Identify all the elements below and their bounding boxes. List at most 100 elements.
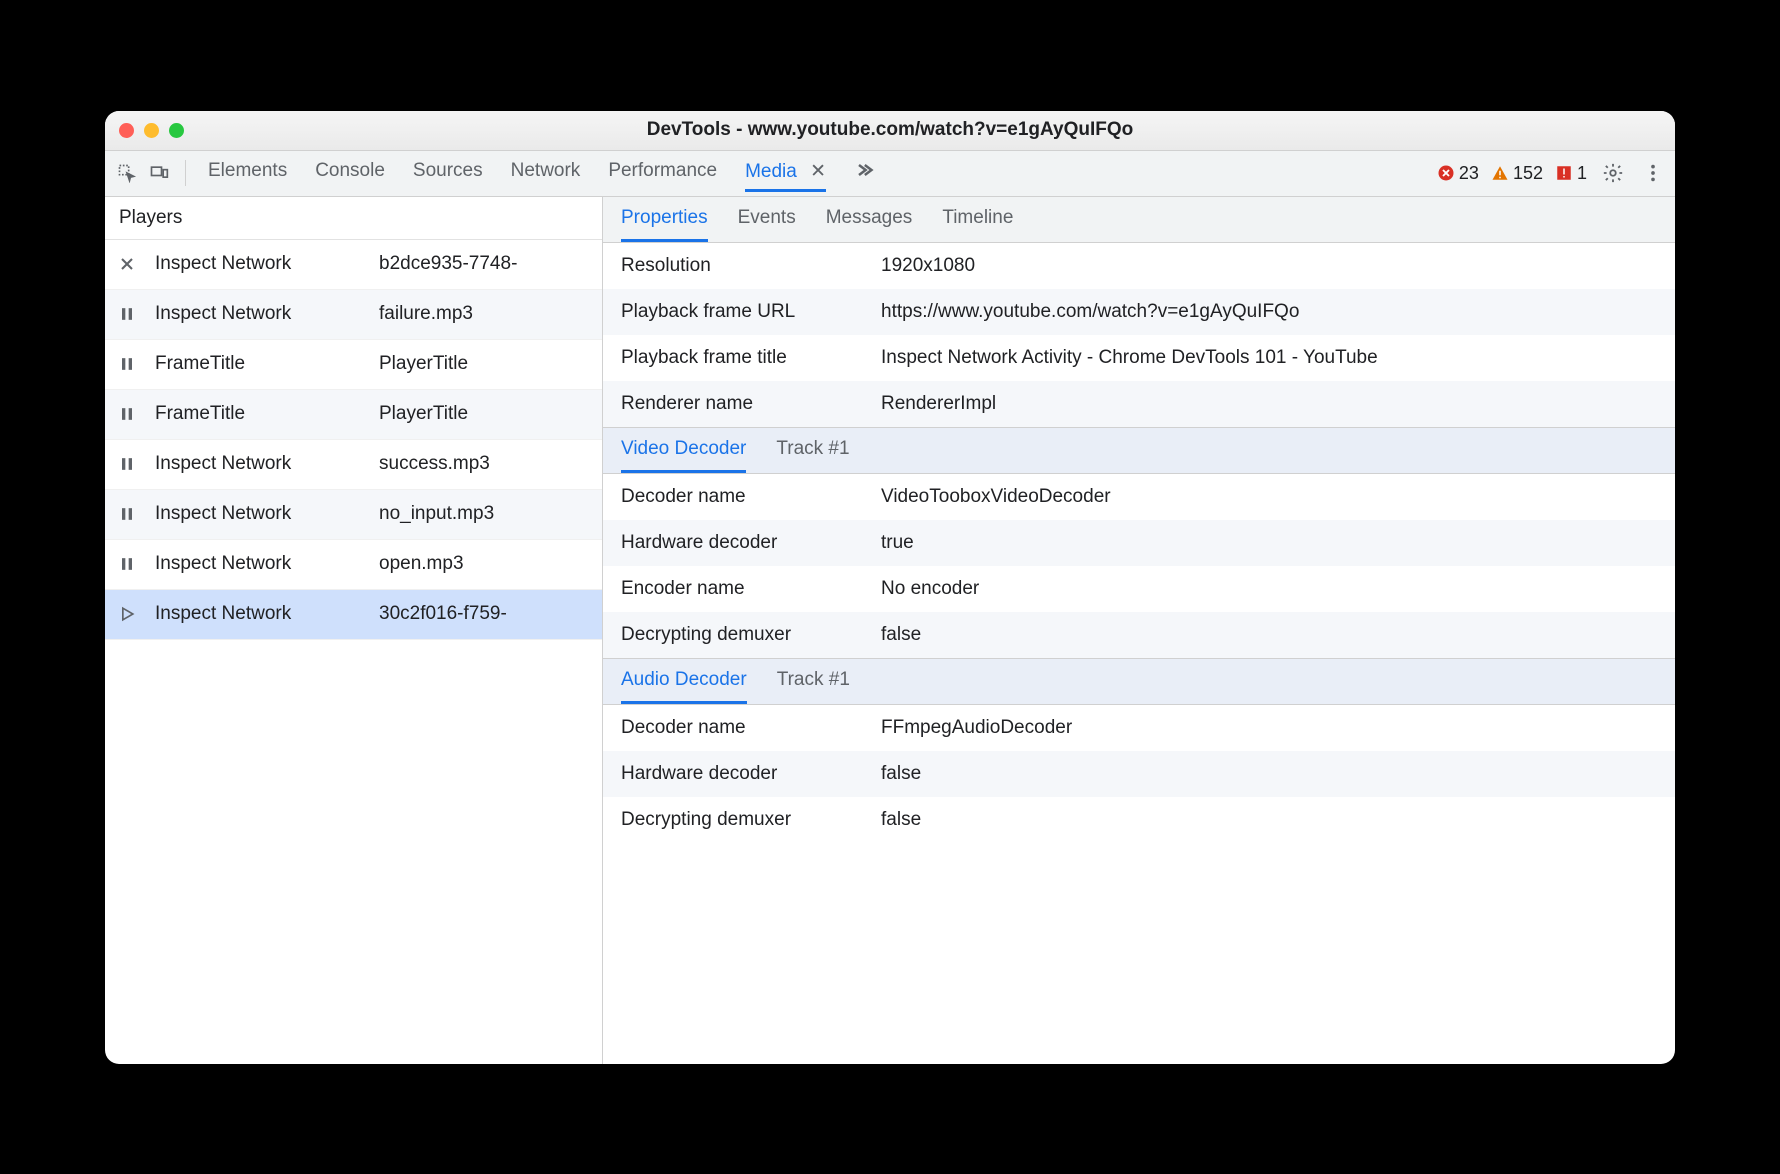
player-title: failure.mp3	[369, 303, 602, 325]
property-value: false	[881, 624, 1657, 646]
tab-media-label: Media	[745, 161, 797, 182]
property-row: Hardware decoderfalse	[603, 751, 1675, 797]
player-row[interactable]: Inspect Networkfailure.mp3	[105, 290, 602, 340]
tab-close-icon[interactable]: ✕	[810, 161, 826, 182]
property-row: Renderer nameRendererImpl	[603, 381, 1675, 427]
titlebar: DevTools - www.youtube.com/watch?v=e1gAy…	[105, 111, 1675, 151]
details-subtabs: Properties Events Messages Timeline	[603, 197, 1675, 243]
video-decoder-section: Video Decoder Track #1	[603, 427, 1675, 474]
property-value: RendererImpl	[881, 393, 1657, 415]
player-frame-title: Inspect Network	[149, 603, 369, 625]
pause-icon	[105, 554, 149, 574]
video-track1-tab[interactable]: Track #1	[776, 438, 849, 473]
pause-icon	[105, 304, 149, 324]
tab-console[interactable]: Console	[315, 154, 385, 192]
audio-decoder-section: Audio Decoder Track #1	[603, 658, 1675, 705]
player-frame-title: Inspect Network	[149, 453, 369, 475]
audio-decoder-tab[interactable]: Audio Decoder	[621, 669, 747, 704]
player-row[interactable]: Inspect Networkopen.mp3	[105, 540, 602, 590]
property-value: https://www.youtube.com/watch?v=e1gAyQuI…	[881, 301, 1657, 323]
pause-icon	[105, 404, 149, 424]
tab-media[interactable]: Media ✕	[745, 154, 826, 192]
player-frame-title: FrameTitle	[149, 353, 369, 375]
player-title: 30c2f016-f759-	[369, 603, 602, 625]
settings-icon[interactable]	[1599, 159, 1627, 187]
property-row: Playback frame URLhttps://www.youtube.co…	[603, 289, 1675, 335]
video-properties: Decoder nameVideoTooboxVideoDecoder Hardw…	[603, 474, 1675, 658]
property-value: false	[881, 809, 1657, 831]
property-key: Decoder name	[621, 717, 881, 739]
player-row[interactable]: FrameTitlePlayerTitle	[105, 340, 602, 390]
player-row[interactable]: Inspect Networkb2dce935-7748-	[105, 240, 602, 290]
devtools-window: DevTools - www.youtube.com/watch?v=e1gAy…	[105, 111, 1675, 1064]
issues-count: 1	[1577, 163, 1587, 184]
details-pane: Properties Events Messages Timeline Reso…	[603, 197, 1675, 1064]
video-decoder-tab[interactable]: Video Decoder	[621, 438, 746, 473]
errors-badge[interactable]: 23	[1437, 163, 1479, 184]
window-title: DevTools - www.youtube.com/watch?v=e1gAy…	[105, 119, 1675, 141]
player-frame-title: Inspect Network	[149, 553, 369, 575]
player-title: b2dce935-7748-	[369, 253, 602, 275]
property-value: FFmpegAudioDecoder	[881, 717, 1657, 739]
pause-icon	[105, 454, 149, 474]
subtab-timeline[interactable]: Timeline	[942, 207, 1013, 242]
close-window-button[interactable]	[119, 123, 134, 138]
tab-sources[interactable]: Sources	[413, 154, 483, 192]
property-key: Playback frame URL	[621, 301, 881, 323]
panel-tabs: Elements Console Sources Network Perform…	[208, 154, 874, 192]
property-value: Inspect Network Activity - Chrome DevToo…	[881, 347, 1657, 369]
traffic-lights	[119, 123, 184, 138]
property-row: Encoder nameNo encoder	[603, 566, 1675, 612]
player-title: success.mp3	[369, 453, 602, 475]
status-area: 23 152 1	[1437, 159, 1667, 187]
property-key: Encoder name	[621, 578, 881, 600]
property-value: true	[881, 532, 1657, 554]
property-row: Decoder nameFFmpegAudioDecoder	[603, 705, 1675, 751]
player-row[interactable]: Inspect Networkno_input.mp3	[105, 490, 602, 540]
property-value: 1920x1080	[881, 255, 1657, 277]
errors-count: 23	[1459, 163, 1479, 184]
audio-track1-tab[interactable]: Track #1	[777, 669, 850, 704]
issues-badge[interactable]: 1	[1555, 163, 1587, 184]
inspect-element-icon[interactable]	[113, 159, 141, 187]
player-title: no_input.mp3	[369, 503, 602, 525]
subtab-properties[interactable]: Properties	[621, 207, 708, 242]
top-properties: Resolution1920x1080 Playback frame URLhtt…	[603, 243, 1675, 427]
player-frame-title: Inspect Network	[149, 253, 369, 275]
players-header: Players	[105, 197, 602, 240]
player-frame-title: Inspect Network	[149, 503, 369, 525]
property-value: VideoTooboxVideoDecoder	[881, 486, 1657, 508]
property-key: Resolution	[621, 255, 881, 277]
play-icon	[105, 604, 149, 624]
property-key: Decoder name	[621, 486, 881, 508]
tab-network[interactable]: Network	[511, 154, 581, 192]
property-row: Playback frame titleInspect Network Acti…	[603, 335, 1675, 381]
tab-performance[interactable]: Performance	[608, 154, 717, 192]
property-row: Decrypting demuxerfalse	[603, 612, 1675, 658]
player-row[interactable]: FrameTitlePlayerTitle	[105, 390, 602, 440]
close-icon	[105, 254, 149, 274]
subtab-messages[interactable]: Messages	[826, 207, 913, 242]
more-tabs-button[interactable]	[854, 154, 874, 192]
main-toolbar: Elements Console Sources Network Perform…	[105, 151, 1675, 197]
property-value: false	[881, 763, 1657, 785]
property-row: Hardware decodertrue	[603, 520, 1675, 566]
player-row[interactable]: Inspect Networksuccess.mp3	[105, 440, 602, 490]
player-title: open.mp3	[369, 553, 602, 575]
device-toggle-icon[interactable]	[145, 159, 173, 187]
player-row[interactable]: Inspect Network30c2f016-f759-	[105, 590, 602, 640]
fullscreen-window-button[interactable]	[169, 123, 184, 138]
separator	[185, 160, 186, 186]
minimize-window-button[interactable]	[144, 123, 159, 138]
players-pane: Players Inspect Networkb2dce935-7748-Ins…	[105, 197, 603, 1064]
property-key: Hardware decoder	[621, 532, 881, 554]
kebab-menu-icon[interactable]	[1639, 159, 1667, 187]
property-key: Renderer name	[621, 393, 881, 415]
property-key: Decrypting demuxer	[621, 624, 881, 646]
players-list: Inspect Networkb2dce935-7748-Inspect Net…	[105, 240, 602, 1064]
tab-elements[interactable]: Elements	[208, 154, 287, 192]
pause-icon	[105, 504, 149, 524]
warnings-badge[interactable]: 152	[1491, 163, 1543, 184]
subtab-events[interactable]: Events	[738, 207, 796, 242]
player-frame-title: FrameTitle	[149, 403, 369, 425]
